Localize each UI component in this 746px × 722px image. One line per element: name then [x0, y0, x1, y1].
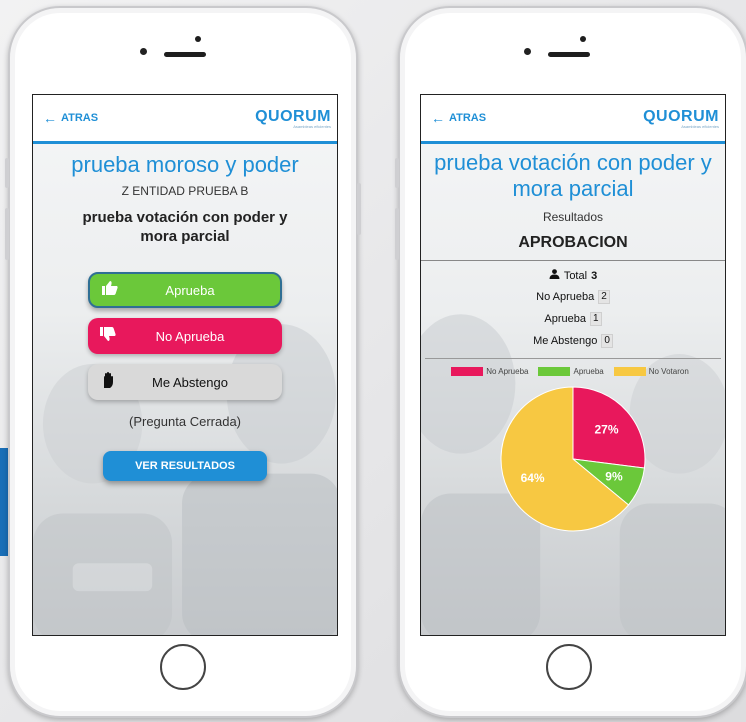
stat-count-badge: 1 [590, 312, 602, 326]
phone-volume-button [395, 208, 399, 260]
app-screen-vote: ← ATRAS QUORUM Asambleas eficientes prue… [32, 94, 338, 636]
phone-side-button [395, 158, 399, 188]
phone-speaker [164, 52, 206, 57]
divider [425, 358, 721, 359]
back-arrow-icon: ← [431, 110, 445, 126]
quorum-logo: QUORUM Asambleas eficientes [255, 108, 331, 129]
stat-label: No Aprueba [536, 291, 595, 303]
stat-abstengo: Me Abstengo 0 [421, 334, 725, 348]
results-content: prueba votación con poder y mora parcial… [421, 150, 725, 534]
logo-text: QUORUM [643, 107, 719, 125]
home-button[interactable] [160, 644, 206, 690]
stat-label: Me Abstengo [533, 335, 598, 347]
page-title: prueba votación con poder y mora parcial [434, 150, 712, 201]
legend-item-no-aprueba[interactable]: No Aprueba [451, 367, 528, 376]
vote-no-aprueba-button[interactable]: No Aprueba [88, 318, 282, 354]
hand-icon [88, 372, 128, 392]
pie-label-no-votaron: 64% [521, 471, 545, 485]
top-bar: ← ATRAS QUORUM Asambleas eficientes [421, 95, 725, 144]
app-screen-results: ← ATRAS QUORUM Asambleas eficientes prue… [420, 94, 726, 636]
vote-content: prueba moroso y poder Z ENTIDAD PRUEBA B… [33, 152, 337, 481]
results-heading: APROBACION [421, 234, 725, 261]
legend-item-aprueba[interactable]: Aprueba [538, 367, 604, 376]
phone-speaker [548, 52, 590, 57]
back-label: ATRAS [449, 112, 487, 124]
legend-swatch [538, 367, 571, 376]
results-subtitle: Resultados [542, 210, 604, 224]
vote-label: Me Abstengo [152, 374, 228, 390]
user-icon [549, 269, 560, 282]
view-results-button[interactable]: VER RESULTADOS [103, 451, 267, 481]
legend-swatch [613, 367, 646, 376]
pie-chart-svg: 27% 9% 64% [500, 386, 646, 532]
stat-aprueba: Aprueba 1 [421, 312, 725, 326]
phone-left: ← ATRAS QUORUM Asambleas eficientes prue… [5, 6, 361, 718]
phone-camera [140, 48, 147, 55]
pie-chart: 27% 9% 64% [498, 384, 648, 534]
home-button[interactable] [546, 644, 592, 690]
back-button[interactable]: ← ATRAS [431, 110, 486, 126]
legend-swatch [451, 367, 484, 376]
back-label: ATRAS [61, 112, 99, 124]
phone-right: ← ATRAS QUORUM Asambleas eficientes prue… [395, 6, 746, 718]
back-button[interactable]: ← ATRAS [43, 110, 98, 126]
back-arrow-icon: ← [43, 110, 57, 126]
vote-abstengo-button[interactable]: Me Abstengo [88, 364, 282, 400]
vote-label: Aprueba [165, 282, 215, 298]
stat-count-badge: 2 [598, 290, 610, 304]
question-text: prueba votación con poder y mora parcial [82, 209, 288, 245]
total-value: 3 [591, 269, 598, 282]
phone-sensor [195, 36, 201, 42]
chart-legend: No Aprueba Aprueba No Votaron [421, 367, 725, 376]
top-bar: ← ATRAS QUORUM Asambleas eficientes [33, 95, 337, 144]
thumbs-up-icon [90, 281, 130, 299]
question-status: (Pregunta Cerrada) [129, 414, 241, 429]
total-label: Total [563, 269, 588, 282]
entity-name: Z ENTIDAD PRUEBA B [121, 184, 249, 198]
stat-no-aprueba: No Aprueba 2 [421, 290, 725, 304]
page-title: prueba moroso y poder [71, 152, 299, 177]
stat-label: Aprueba [544, 313, 587, 325]
pie-label-aprueba: 9% [605, 470, 623, 484]
pie-label-no-aprueba: 27% [594, 422, 618, 436]
quorum-logo: QUORUM Asambleas eficientes [643, 108, 719, 129]
stat-count-badge: 0 [601, 334, 613, 348]
phone-sensor [580, 36, 586, 42]
thumbs-down-icon [88, 327, 128, 345]
vote-label: No Aprueba [155, 328, 225, 344]
phone-camera [524, 48, 531, 55]
legend-label: No Votaron [648, 367, 689, 376]
legend-label: No Aprueba [486, 367, 529, 376]
legend-label: Aprueba [573, 367, 604, 376]
vote-aprueba-button[interactable]: Aprueba [88, 272, 282, 308]
phone-power-button [357, 183, 361, 235]
total-votes: Total 3 [421, 269, 725, 282]
phone-side-button [5, 158, 9, 188]
logo-text: QUORUM [255, 107, 331, 125]
phone-volume-button [5, 208, 9, 260]
legend-item-no-votaron[interactable]: No Votaron [613, 367, 689, 376]
